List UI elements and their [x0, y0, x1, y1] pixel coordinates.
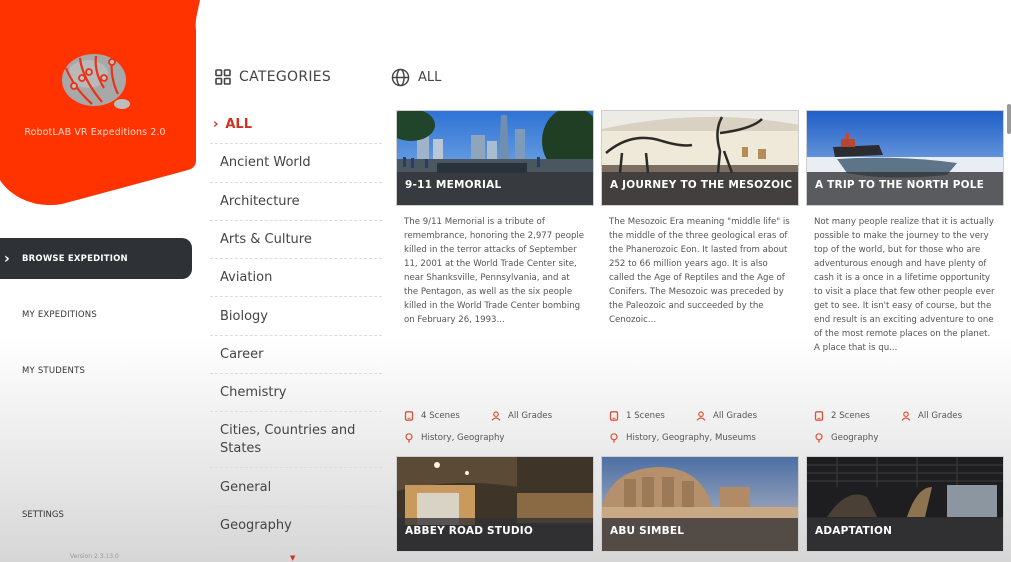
expedition-card: A JOURNEY TO THE MESOZOIC The Mesozoic E… [601, 110, 799, 449]
nav-item-label: MY EXPEDITIONS [22, 309, 97, 320]
expedition-title: ADAPTATION [807, 518, 1003, 551]
chevron-right-icon: › [4, 250, 10, 267]
expedition-thumbnail[interactable]: A TRIP TO THE NORTH POLE [806, 110, 1004, 206]
grades-icon [901, 411, 911, 421]
main-heading: ALL [418, 70, 442, 85]
category-list: › ALL Ancient World Architecture Arts & … [210, 106, 382, 545]
nav-item-my-students[interactable]: MY STUDENTS [0, 350, 192, 391]
expedition-title: ABBEY ROAD STUDIO [397, 518, 593, 551]
expedition-title: A TRIP TO THE NORTH POLE [807, 172, 1003, 205]
expedition-description: Not many people realize that it is actua… [814, 217, 995, 353]
expedition-meta: 4 Scenes All Grades History, Geography [396, 405, 594, 449]
expedition-meta: 1 Scenes All Grades History, Geography, … [601, 405, 799, 449]
nav-item-label: MY STUDENTS [22, 365, 86, 376]
scenes-icon [404, 411, 414, 421]
scenes-icon [814, 411, 824, 421]
category-item[interactable]: General [210, 468, 382, 507]
main-header: ALL [391, 68, 441, 87]
expedition-card: ADAPTATION [806, 456, 1004, 552]
category-item[interactable]: Aviation [210, 259, 382, 298]
scenes-icon [609, 411, 619, 421]
grades-icon [491, 411, 501, 421]
expedition-description: The 9/11 Memorial is a tribute of rememb… [404, 217, 585, 325]
category-label: ALL [225, 117, 252, 133]
expedition-card: ABBEY ROAD STUDIO [396, 456, 594, 552]
expedition-description: The Mesozoic Era meaning "middle life" i… [609, 217, 790, 325]
category-item[interactable]: Geography [210, 507, 382, 545]
expedition-thumbnail[interactable]: ABBEY ROAD STUDIO [396, 456, 594, 552]
chevron-right-icon: › [213, 117, 219, 133]
category-item[interactable]: Cities, Countries and States [210, 412, 382, 469]
version-label: Version 2.3.13.0 [70, 553, 119, 560]
grades-icon [696, 411, 706, 421]
category-item-all[interactable]: › ALL [210, 106, 382, 145]
subjects: History, Geography [421, 433, 505, 443]
category-item[interactable]: Arts & Culture [210, 221, 382, 260]
subjects: Geography [831, 433, 879, 443]
scrollbar-thumb[interactable] [1007, 104, 1011, 134]
grade-level: All Grades [713, 411, 758, 421]
expedition-title: A JOURNEY TO THE MESOZOIC [602, 172, 798, 205]
brand-name: RobotLAB VR Expeditions 2.0 [24, 127, 166, 138]
categories-header: CATEGORIES [215, 69, 331, 85]
expedition-card: A TRIP TO THE NORTH POLE Not many people… [806, 110, 1004, 449]
expedition-thumbnail[interactable]: ADAPTATION [806, 456, 1004, 552]
globe-icon [391, 68, 410, 87]
category-item[interactable]: Career [210, 336, 382, 375]
nav-item-browse-expedition[interactable]: › BROWSE EXPEDITION [0, 238, 192, 279]
category-item[interactable]: Ancient World [210, 144, 382, 183]
nav-item-my-expeditions[interactable]: MY EXPEDITIONS [0, 294, 192, 335]
brand-panel: RobotLAB VR Expeditions 2.0 [0, 0, 200, 208]
category-item[interactable]: Architecture [210, 183, 382, 221]
category-item[interactable]: Chemistry [210, 374, 382, 413]
categories-title: CATEGORIES [239, 69, 332, 85]
expedition-title: 9-11 MEMORIAL [397, 172, 593, 205]
grade-level: All Grades [508, 411, 553, 421]
expedition-meta: 2 Scenes All Grades Geography [806, 405, 1004, 449]
nav-item-settings[interactable]: SETTINGS [22, 510, 64, 520]
scene-count: 2 Scenes [831, 411, 870, 421]
expedition-thumbnail[interactable]: ABU SIMBEL [601, 456, 799, 552]
nav-item-label: BROWSE EXPEDITION [22, 253, 128, 264]
subject-bulb-icon [815, 433, 823, 443]
subject-bulb-icon [405, 433, 413, 443]
caret-down-icon[interactable]: ▼ [290, 554, 295, 562]
scene-count: 4 Scenes [421, 411, 460, 421]
expedition-card: ABU SIMBEL [601, 456, 799, 552]
main-nav: › BROWSE EXPEDITION MY EXPEDITIONS MY ST… [0, 238, 192, 391]
expedition-thumbnail[interactable]: A JOURNEY TO THE MESOZOIC [601, 110, 799, 206]
robotlab-brain-logo-icon [62, 54, 130, 109]
subject-bulb-icon [610, 433, 618, 443]
grade-level: All Grades [918, 411, 963, 421]
expedition-title: ABU SIMBEL [602, 518, 798, 551]
subjects: History, Geography, Museums [626, 433, 756, 443]
scene-count: 1 Scenes [626, 411, 665, 421]
grid-icon [215, 69, 231, 85]
expedition-card: 9-11 MEMORIAL The 9/11 Memorial is a tri… [396, 110, 594, 449]
category-item[interactable]: Biology [210, 297, 382, 336]
expedition-thumbnail[interactable]: 9-11 MEMORIAL [396, 110, 594, 206]
